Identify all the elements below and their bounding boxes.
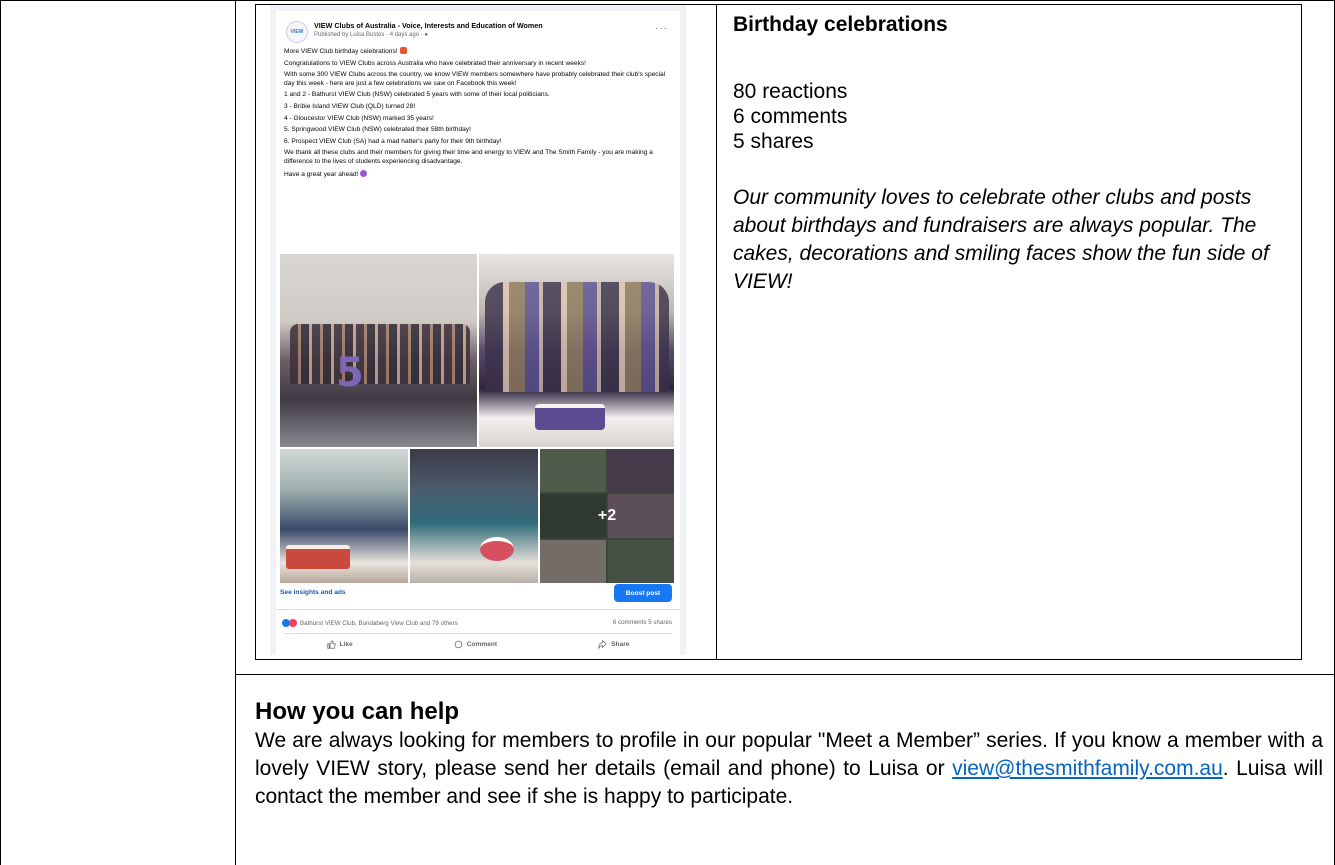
post-paragraph: Have a great year ahead! [284,169,668,180]
more-icon[interactable]: ··· [655,23,668,34]
divider [284,633,672,634]
comments-stat: 6 comments [733,105,848,128]
facebook-post-screenshot: VIEW VIEW Clubs of Australia - Voice, In… [270,5,686,655]
post-paragraph: 4 - Gloucestor VIEW Club (NSW) marked 35… [284,114,434,122]
page-name[interactable]: VIEW Clubs of Australia - Voice, Interes… [314,21,543,30]
photo-group-bathurst[interactable]: 5 [280,254,477,447]
email-link[interactable]: view@thesmithfamily.com.au [952,757,1223,780]
caption-cell: Birthday celebrations 80 reactions 6 com… [733,11,1293,296]
photo-gloucestor[interactable] [410,449,538,583]
help-title: How you can help [255,698,460,725]
nested-table-divider [716,4,717,660]
photo-cake [286,545,350,569]
like-label: Like [339,640,353,648]
insights-link[interactable]: See insights and ads [280,589,346,596]
share-button[interactable]: Share [598,637,629,651]
table-border-col [235,0,236,865]
reactions-summary[interactable]: Bathurst VIEW Club, Bundaberg View Club … [282,619,458,627]
share-label: Share [611,640,630,648]
post-meta: Published by Luisa Bustos · 4 days ago ·… [314,32,428,38]
photo-collage-more[interactable]: +2 [540,449,674,583]
table-border-left [0,0,1,865]
purple-heart-emoji-icon [360,169,368,177]
comment-button[interactable]: Comment [454,637,497,651]
help-section: How you can help We are always looking f… [255,697,1323,811]
caption-title: Birthday celebrations [733,13,948,36]
post-header: VIEW VIEW Clubs of Australia - Voice, In… [286,19,672,47]
photo-people [485,282,669,392]
table-border-row [235,674,1335,675]
post-paragraph: More VIEW Club birthday celebrations! [284,47,668,57]
shares-stat: 5 shares [733,130,814,153]
boost-post-button[interactable]: Boost post [614,584,672,602]
post-paragraph: 1 and 2 - Bathurst VIEW Club (NSW) celeb… [284,91,550,99]
comment-share-counts[interactable]: 6 comments 5 shares [613,619,672,626]
caption-note: Our community loves to celebrate other c… [733,186,1269,293]
page-avatar[interactable]: VIEW [286,21,308,43]
table-border-top [0,0,1335,1]
reactions-stat: 80 reactions [733,80,848,103]
post-paragraph: 3 - Bribie Island VIEW Club (QLD) turned… [284,102,416,110]
help-body: We are always looking for members to pro… [255,727,1323,811]
thumbs-up-icon [326,639,336,649]
photo-cake-cutting[interactable] [479,254,674,447]
like-button[interactable]: Like [326,637,353,651]
share-icon [598,639,607,649]
photo-bribie-island[interactable] [280,449,408,583]
comment-label: Comment [466,640,498,648]
post-paragraph: 6. Prospect VIEW Club (SA) had a mad hat… [284,137,502,145]
comment-icon [454,640,462,648]
photo-cake [480,537,514,561]
post-actions: Like Comment Share [276,637,680,651]
globe-icon: ● [424,32,429,38]
post-paragraph: 5. Springwood VIEW Club (NSW) celebrated… [284,126,471,134]
divider [276,609,680,610]
post-stats: 80 reactions 6 comments 5 shares [733,79,1293,154]
reactions-text: Bathurst VIEW Club, Bundaberg View Club … [300,620,458,627]
post-paragraph: Congratulations to VIEW Clubs across Aus… [284,59,586,67]
more-photos-count: +2 [540,449,674,583]
photo-cake [535,404,605,430]
gift-emoji-icon [399,47,407,54]
post-card: VIEW VIEW Clubs of Australia - Voice, In… [276,11,680,655]
avatar-text: VIEW [290,29,304,35]
love-reaction-icon [289,619,297,627]
post-meta-text: Published by Luisa Bustos · 4 days ago · [314,32,423,38]
post-text: More VIEW Club birthday celebrations! Co… [284,47,668,182]
post-paragraph: We thank all these clubs and their membe… [284,149,653,165]
post-paragraph-text: Have a great year ahead! [284,170,359,178]
post-paragraph: With some 300 VIEW Clubs across the coun… [284,71,666,87]
post-paragraph-text: More VIEW Club birthday celebrations! [284,48,398,55]
photo-people [290,324,470,384]
number-balloon: 5 [336,350,364,396]
